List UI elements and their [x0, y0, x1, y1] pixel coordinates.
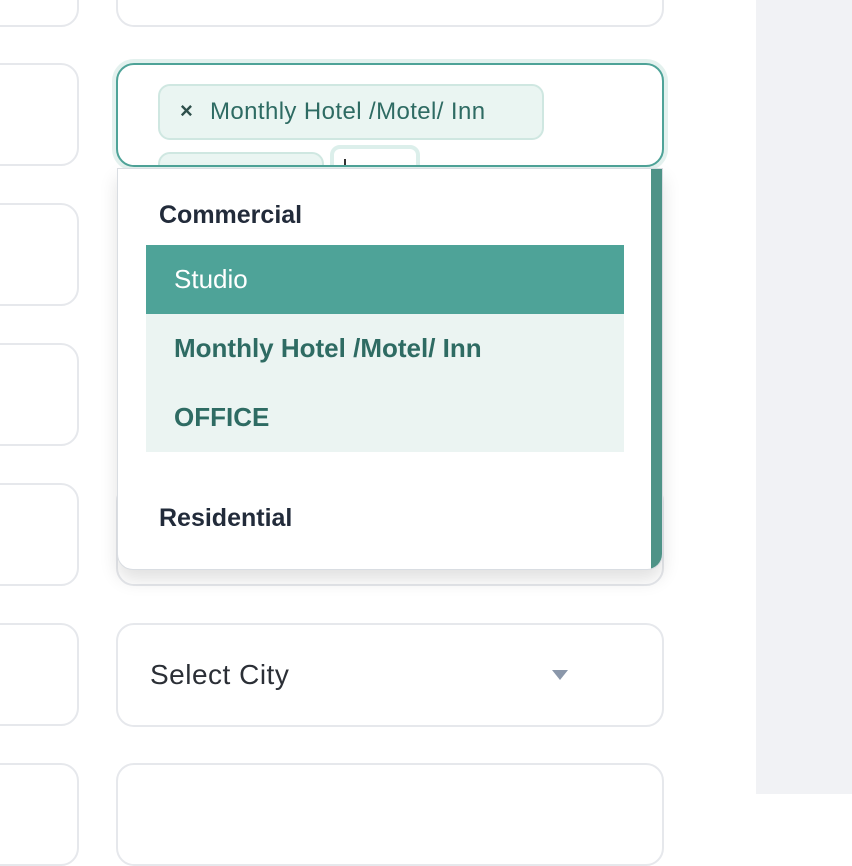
text-caret	[344, 159, 346, 165]
caret-down-icon	[552, 670, 568, 680]
multiselect-search-input[interactable]	[330, 145, 420, 165]
city-select[interactable]: Select City	[116, 623, 664, 727]
property-type-dropdown: Commercial Studio Monthly Hotel /Motel/ …	[117, 168, 663, 570]
group-label-commercial: Commercial	[159, 201, 303, 229]
option-monthly-hotel[interactable]: Monthly Hotel /Motel/ Inn	[146, 314, 624, 383]
form-field-left-6[interactable]	[0, 623, 79, 726]
dropdown-scrollbar[interactable]	[651, 169, 662, 569]
city-select-value: Select City	[150, 659, 290, 690]
form-field-left-1[interactable]	[0, 0, 79, 27]
selected-chip-partial	[158, 152, 324, 165]
option-office[interactable]: OFFICE	[146, 383, 624, 452]
side-panel	[756, 0, 852, 794]
chip-label: Monthly Hotel /Motel/ Inn	[210, 98, 486, 125]
group-label-residential: Residential	[159, 504, 293, 532]
form-field-left-5[interactable]	[0, 483, 79, 586]
form-field-right-top[interactable]	[116, 0, 664, 27]
form-field-right-bottom[interactable]	[116, 763, 664, 866]
chip-remove-icon[interactable]: ×	[180, 98, 193, 124]
property-type-multiselect[interactable]: × Monthly Hotel /Motel/ Inn	[116, 63, 664, 167]
form-field-left-7[interactable]	[0, 763, 79, 866]
form-field-left-4[interactable]	[0, 343, 79, 446]
selected-chip: × Monthly Hotel /Motel/ Inn	[158, 84, 544, 140]
option-studio[interactable]: Studio	[146, 245, 624, 314]
form-field-left-2[interactable]	[0, 63, 79, 166]
form-field-left-3[interactable]	[0, 203, 79, 306]
